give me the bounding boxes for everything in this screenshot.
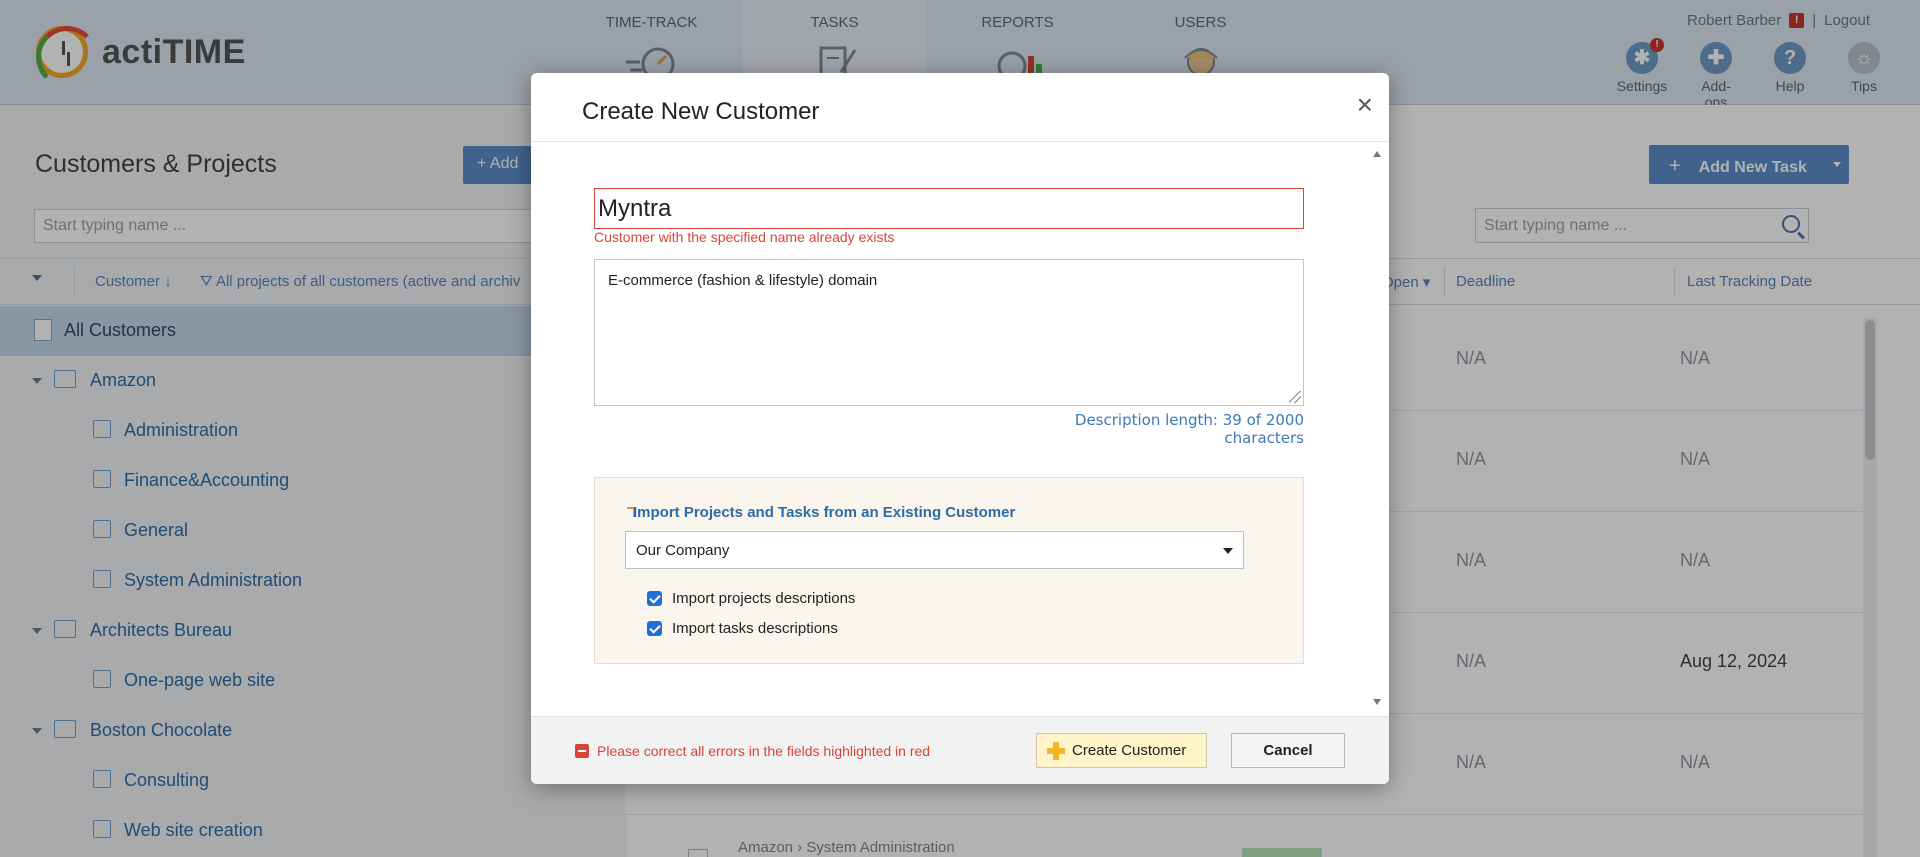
create-customer-dialog: Create New Customer × Customer with the … [531,73,1389,784]
plus-icon [1047,742,1065,760]
customer-name-input[interactable] [594,188,1304,229]
import-title[interactable]: Import Projects and Tasks from an Existi… [613,504,1015,521]
cancel-button[interactable]: Cancel [1231,733,1345,768]
dialog-footer: Please correct all errors in the fields … [531,716,1389,784]
chevron-down-icon [1223,548,1233,554]
scroll-down-icon[interactable] [1373,699,1381,705]
import-projects-option[interactable]: Import projects descriptions [647,590,855,607]
description-length: Description length: 39 of 2000 character… [1074,411,1304,447]
scroll-up-icon[interactable] [1373,151,1381,157]
import-projects-checkbox[interactable] [647,591,662,606]
create-label: Create Customer [1072,742,1187,759]
import-tasks-option[interactable]: Import tasks descriptions [647,620,838,637]
checkbox-label: Import tasks descriptions [672,620,838,637]
form-error-text: Please correct all errors in the fields … [597,743,931,759]
create-customer-button[interactable]: Create Customer [1036,733,1207,768]
description-textarea[interactable]: E-commerce (fashion & lifestyle) domain [594,259,1304,406]
select-value: Our Company [636,542,730,559]
dialog-title: Create New Customer [582,98,820,125]
checkbox-label: Import projects descriptions [672,590,856,607]
resize-handle-icon[interactable] [1289,391,1301,403]
import-tasks-checkbox[interactable] [647,621,662,636]
import-customer-select[interactable]: Our Company [625,531,1244,569]
form-error: Please correct all errors in the fields … [575,743,930,759]
name-error-message: Customer with the specified name already… [594,229,895,245]
error-icon [575,744,589,758]
divider [531,141,1389,142]
close-icon[interactable]: × [1357,91,1373,119]
import-section: Import Projects and Tasks from an Existi… [594,477,1304,664]
